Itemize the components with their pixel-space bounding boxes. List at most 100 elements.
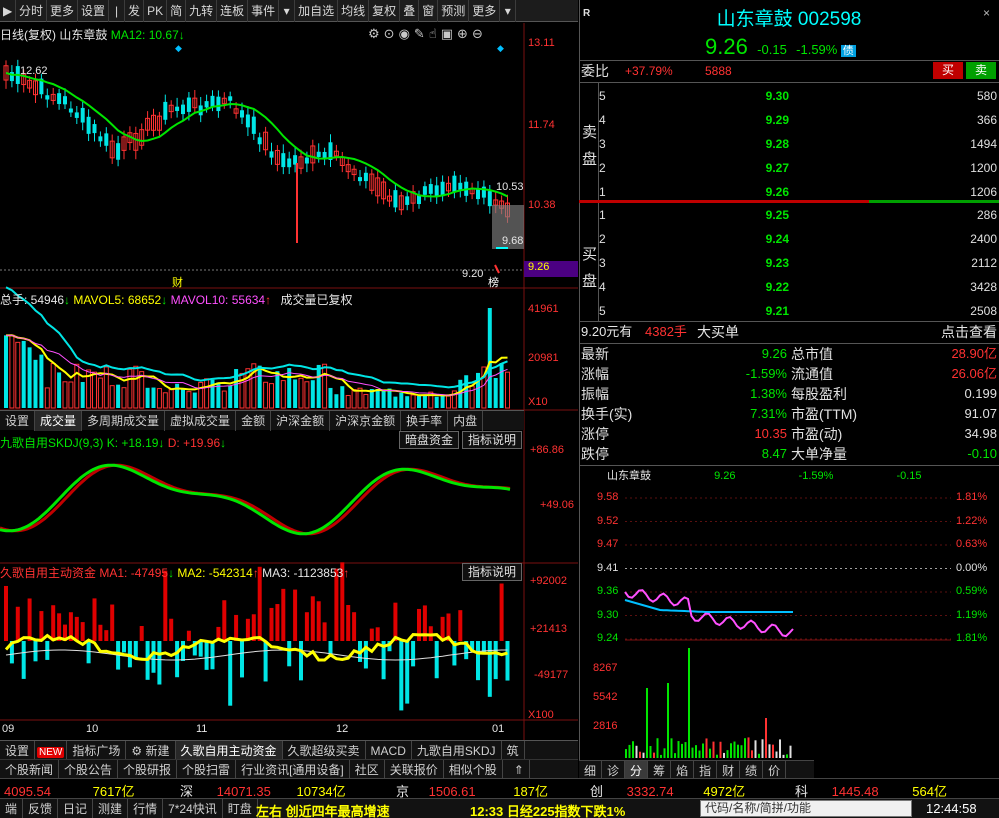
order-price[interactable]: 9.22 — [729, 277, 789, 297]
tab-virtual-volume[interactable]: 虚拟成交量 — [165, 410, 237, 431]
intraday-chart[interactable] — [579, 490, 999, 760]
tab-multi-period-volume[interactable]: 多周期成交量 — [82, 410, 166, 431]
play-icon[interactable]: ▶ — [0, 0, 16, 22]
indicator-help-button[interactable]: 指标说明 — [462, 431, 522, 449]
tab-amount[interactable]: 金额 — [236, 410, 272, 431]
tab-industry-news[interactable]: 行业资讯[通用设备] — [236, 759, 350, 780]
tab-related-quote[interactable]: 关联报价 — [385, 759, 444, 780]
tab-new[interactable]: ⚙ 新建 — [126, 740, 176, 761]
bid-row[interactable]: 5 9.21 2508 — [579, 301, 999, 321]
order-price[interactable]: 9.21 — [729, 301, 789, 321]
dropdown-icon[interactable]: ▾ — [500, 0, 517, 22]
toolbar-item[interactable]: 均线 — [338, 0, 370, 22]
zoom-out-icon[interactable]: ⊖ — [472, 26, 487, 41]
bottom-item-feedback[interactable]: 反馈 — [23, 799, 59, 818]
order-price[interactable]: 9.26 — [729, 182, 789, 202]
bottom-item[interactable]: 端 — [0, 799, 24, 818]
bj-index[interactable]: 1506.61 — [429, 784, 476, 799]
toolbar-item[interactable]: PK — [144, 0, 168, 22]
ask-row[interactable]: 2 9.27 1200 — [579, 158, 999, 178]
tab-active-fund[interactable]: 久歌自用主动资金 — [175, 740, 283, 761]
bond-badge[interactable]: 债 — [840, 45, 856, 57]
lock-icon[interactable]: ⊙ — [384, 26, 399, 41]
bottom-item-watch[interactable]: 盯盘 — [223, 799, 258, 818]
tab-settings-bottom[interactable]: 设置 — [0, 740, 36, 761]
toolbar-item[interactable]: 发 — [125, 0, 145, 22]
order-price[interactable]: 9.23 — [729, 253, 789, 273]
bottom-item-diary[interactable]: 日记 — [58, 799, 94, 818]
bottom-item-flash[interactable]: 7*24快讯 — [163, 799, 223, 818]
order-price[interactable]: 9.30 — [729, 86, 789, 106]
tab-macd[interactable]: MACD — [366, 740, 412, 761]
ask-row[interactable]: 4 9.29 366 — [579, 110, 999, 130]
order-price[interactable]: 9.29 — [729, 110, 789, 130]
bid-row[interactable]: 1 9.25 286 — [579, 205, 999, 225]
search-input[interactable]: 代码/名称/简拼/功能 — [700, 800, 912, 817]
toolbar-item[interactable]: 事件 — [248, 0, 280, 22]
cy-index[interactable]: 3332.74 — [627, 784, 674, 799]
tab-shsz-amount[interactable]: 沪深金额 — [271, 410, 331, 431]
dropdown-icon[interactable]: ▾ — [279, 0, 296, 22]
ask-row[interactable]: 3 9.28 1494 — [579, 134, 999, 154]
new-badge[interactable]: NEW — [35, 740, 68, 761]
tab-stock-news[interactable]: 个股新闻 — [0, 759, 60, 780]
tab-similar-stock[interactable]: 相似个股 — [444, 759, 503, 780]
tab-inner[interactable]: 内盘 — [448, 410, 484, 431]
tab-skdj[interactable]: 九歌自用SKDJ — [412, 740, 502, 761]
scroll-top-icon[interactable]: ⇑ — [509, 759, 530, 780]
sh-index[interactable]: 4095.54 — [4, 784, 51, 799]
fund-help-button[interactable]: 指标说明 — [462, 563, 522, 581]
toolbar-item[interactable]: 预测 — [438, 0, 470, 22]
tab-community[interactable]: 社区 — [350, 759, 385, 780]
news-ticker-1[interactable]: 左右 创近四年最高增速 — [256, 801, 390, 818]
sz-index[interactable]: 14071.35 — [217, 784, 271, 799]
order-price[interactable]: 9.28 — [729, 134, 789, 154]
list-tag[interactable]: 榜 — [488, 274, 499, 290]
tab-turnover[interactable]: 换手率 — [401, 410, 449, 431]
tab-super-trade[interactable]: 久歌超级买卖 — [283, 740, 366, 761]
toolbar-item[interactable]: 九转 — [186, 0, 218, 22]
bottom-item-test[interactable]: 测建 — [93, 799, 129, 818]
tab-volume[interactable]: 成交量 — [35, 410, 83, 431]
chart-canvas[interactable] — [0, 23, 578, 740]
big-order-link[interactable]: 点击查看 — [941, 322, 997, 342]
bid-row[interactable]: 4 9.22 3428 — [579, 277, 999, 297]
ask-row[interactable]: 5 9.30 580 — [579, 86, 999, 106]
sell-button[interactable]: 卖 — [966, 62, 996, 79]
toolbar-item[interactable]: 窗 — [419, 0, 439, 22]
tab-more[interactable]: 筑 — [502, 740, 525, 761]
eye-icon[interactable]: ◉ — [399, 26, 414, 41]
toolbar-item[interactable]: 更多 — [469, 0, 501, 22]
toolbar-item[interactable]: 设置 — [78, 0, 110, 22]
dark-fund-button[interactable]: 暗盘资金 — [399, 431, 459, 449]
bottom-item-quote[interactable]: 行情 — [128, 799, 164, 818]
hand-icon[interactable]: ☝ — [429, 26, 441, 41]
tab-stock-scan[interactable]: 个股扫雷 — [177, 759, 237, 780]
ask-row[interactable]: 1 9.26 1206 — [579, 182, 999, 202]
toolbar-item[interactable]: 分时 — [16, 0, 48, 22]
tab-stock-notice[interactable]: 个股公告 — [59, 759, 119, 780]
close-icon[interactable]: × — [983, 6, 990, 20]
tab-settings[interactable]: 设置 — [0, 410, 36, 431]
order-price[interactable]: 9.25 — [729, 205, 789, 225]
gear-icon[interactable]: ⚙ — [368, 26, 384, 41]
pen-icon[interactable]: ✎ — [414, 26, 429, 41]
news-ticker-2[interactable]: 12:33 日经225指数下跌1% — [470, 801, 625, 818]
toolbar-item[interactable]: 叠 — [400, 0, 420, 22]
toolbar-item[interactable]: 连板 — [217, 0, 249, 22]
tab-indicator-square[interactable]: 指标广场 — [67, 740, 127, 761]
tab-stock-research[interactable]: 个股研报 — [118, 759, 178, 780]
delete-icon[interactable]: ▣ — [441, 26, 457, 41]
bid-row[interactable]: 3 9.23 2112 — [579, 253, 999, 273]
tab-shszbj-amount[interactable]: 沪深京金额 — [330, 410, 402, 431]
order-price[interactable]: 9.24 — [729, 229, 789, 249]
buy-button[interactable]: 买 — [933, 62, 963, 79]
toolbar-item[interactable]: 复权 — [369, 0, 401, 22]
toolbar-item[interactable]: 更多 — [47, 0, 79, 22]
toolbar-item[interactable]: 简 — [167, 0, 187, 22]
finance-tag[interactable]: 财 — [172, 274, 183, 290]
toolbar-item[interactable]: 加自选 — [295, 0, 339, 22]
bid-row[interactable]: 2 9.24 2400 — [579, 229, 999, 249]
order-price[interactable]: 9.27 — [729, 158, 789, 178]
kc-index[interactable]: 1445.48 — [832, 784, 879, 799]
